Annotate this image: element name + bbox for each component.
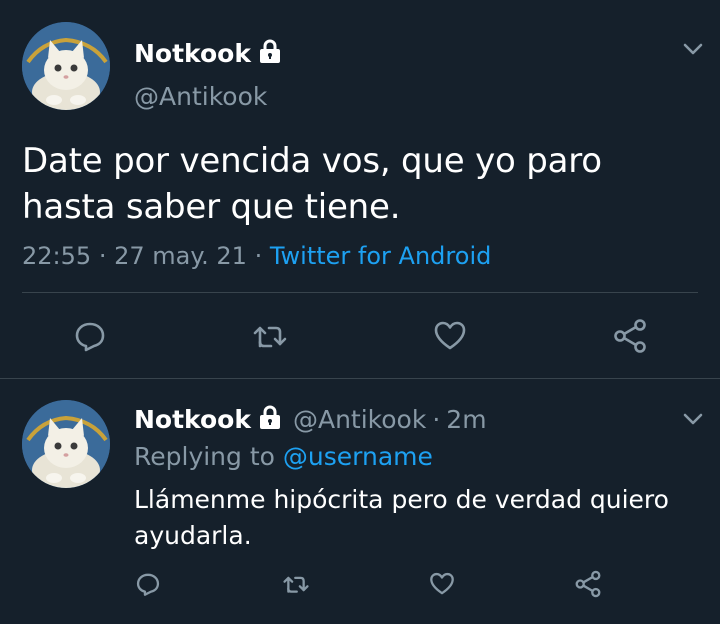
like-icon <box>430 572 454 595</box>
reply-retweet-button[interactable] <box>280 568 312 600</box>
lock-icon <box>257 404 283 434</box>
reply-avatar[interactable] <box>22 400 110 488</box>
retweet-icon <box>283 576 309 593</box>
reply-icon <box>75 322 105 352</box>
meta-separator: · <box>98 242 107 270</box>
tweet-meta: 22:55 · 27 may. 21 · Twitter for Android <box>22 242 491 270</box>
reply-text-line-1: Llámenme hipócrita pero de verdad quiero <box>134 485 669 514</box>
reply-separator: · <box>432 404 441 434</box>
reply-header: Notkook @Antikook · 2m <box>134 402 487 436</box>
tweet-separator <box>0 378 720 379</box>
lock-icon <box>257 38 283 68</box>
reply-share-button[interactable] <box>572 568 604 600</box>
share-button[interactable] <box>610 316 650 356</box>
divider <box>22 292 698 293</box>
like-icon <box>434 321 466 350</box>
tweet-source-link[interactable]: Twitter for Android <box>270 242 491 270</box>
like-button[interactable] <box>430 316 470 356</box>
chevron-down-icon[interactable] <box>680 406 706 432</box>
handle[interactable]: @Antikook <box>134 82 267 111</box>
share-icon <box>614 319 646 353</box>
tweet-text-line-1: Date por vencida vos, que yo paro <box>22 141 602 181</box>
chevron-down-icon[interactable] <box>680 36 706 62</box>
reply-display-name[interactable]: Notkook <box>134 405 251 434</box>
display-name[interactable]: Notkook <box>134 39 251 68</box>
reply-like-button[interactable] <box>426 568 458 600</box>
replying-mention[interactable]: @username <box>283 442 433 471</box>
retweet-icon <box>253 326 287 348</box>
share-icon <box>575 570 601 598</box>
retweet-button[interactable] <box>250 316 290 356</box>
reply-icon <box>136 573 160 596</box>
reply-reply-button[interactable] <box>132 568 164 600</box>
avatar[interactable] <box>22 22 110 110</box>
replying-to: Replying to @username <box>134 442 433 471</box>
reply-age[interactable]: 2m <box>446 405 486 434</box>
meta-separator-2: · <box>254 242 263 270</box>
replying-prefix: Replying to <box>134 442 275 471</box>
tweet-time[interactable]: 22:55 <box>22 242 91 270</box>
reply-text-line-2: ayudarla. <box>134 521 252 550</box>
tweet-date[interactable]: 27 may. 21 <box>114 242 247 270</box>
reply-handle[interactable]: @Antikook <box>293 405 426 434</box>
tweet-text-line-2: hasta saber que tiene. <box>22 187 401 227</box>
reply-button[interactable] <box>70 316 110 356</box>
